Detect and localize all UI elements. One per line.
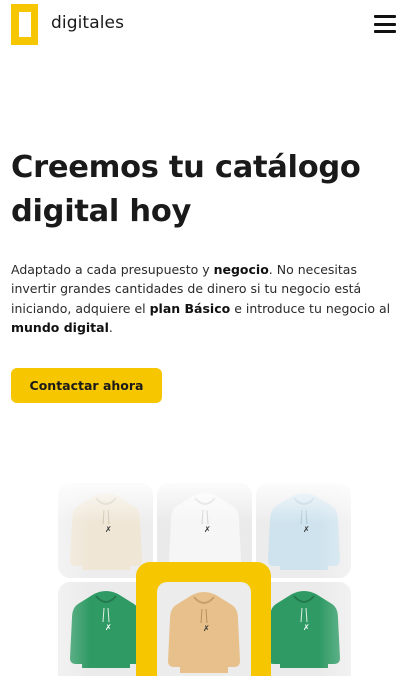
hoodie-white-image: ✗ — [168, 492, 241, 570]
hero-text-bold: negocio — [213, 262, 269, 277]
menu-bar — [374, 22, 396, 26]
svg-text:✗: ✗ — [105, 623, 112, 632]
svg-text:✗: ✗ — [303, 525, 310, 534]
hero-text-bold: mundo digital — [11, 319, 109, 335]
logo-mark-icon — [11, 4, 38, 45]
svg-text:✗: ✗ — [203, 624, 210, 633]
menu-bar — [374, 15, 396, 18]
featured-product-frame[interactable]: ✗ — [136, 562, 271, 676]
hero-text-part: . — [108, 319, 113, 335]
svg-text:✗: ✗ — [105, 525, 112, 534]
hoodie-tan-image: ✗ — [168, 591, 240, 673]
hero-description: Adaptado a cada presupuesto y negocio. N… — [11, 260, 401, 337]
featured-product-tile[interactable]: ✗ — [157, 582, 251, 676]
product-tile[interactable]: ✗ — [256, 483, 351, 578]
menu-bar — [374, 30, 396, 33]
contact-now-button[interactable]: Contactar ahora — [11, 368, 162, 403]
product-tile[interactable]: ✗ — [58, 483, 153, 578]
hoodie-cream-image: ✗ — [69, 492, 142, 570]
brand-name[interactable]: digitales — [51, 13, 124, 33]
svg-text:✗: ✗ — [204, 525, 211, 534]
hero-title-line1: Creemos tu catálogo — [11, 150, 361, 185]
hero-text-part: e introduce tu negocio al — [230, 300, 391, 316]
product-gallery: ✗ ✗ ✗ ✗ ✗ ✗ — [0, 480, 409, 676]
svg-text:✗: ✗ — [303, 623, 310, 632]
logo[interactable] — [11, 4, 38, 45]
hero-title-line2: digital hoy — [11, 194, 192, 229]
hoodie-green-right-image: ✗ — [267, 591, 340, 668]
hamburger-menu-icon[interactable] — [374, 15, 396, 33]
site-header: digitales — [0, 0, 409, 50]
hoodie-green-left-image: ✗ — [69, 591, 142, 668]
hero-title: Creemos tu catálogo digital hoy — [11, 146, 401, 234]
hoodie-light-blue-image: ✗ — [267, 492, 340, 570]
hero-text-bold: plan Básico — [149, 300, 231, 316]
hero-text-part: Adaptado a cada presupuesto y — [11, 262, 214, 277]
